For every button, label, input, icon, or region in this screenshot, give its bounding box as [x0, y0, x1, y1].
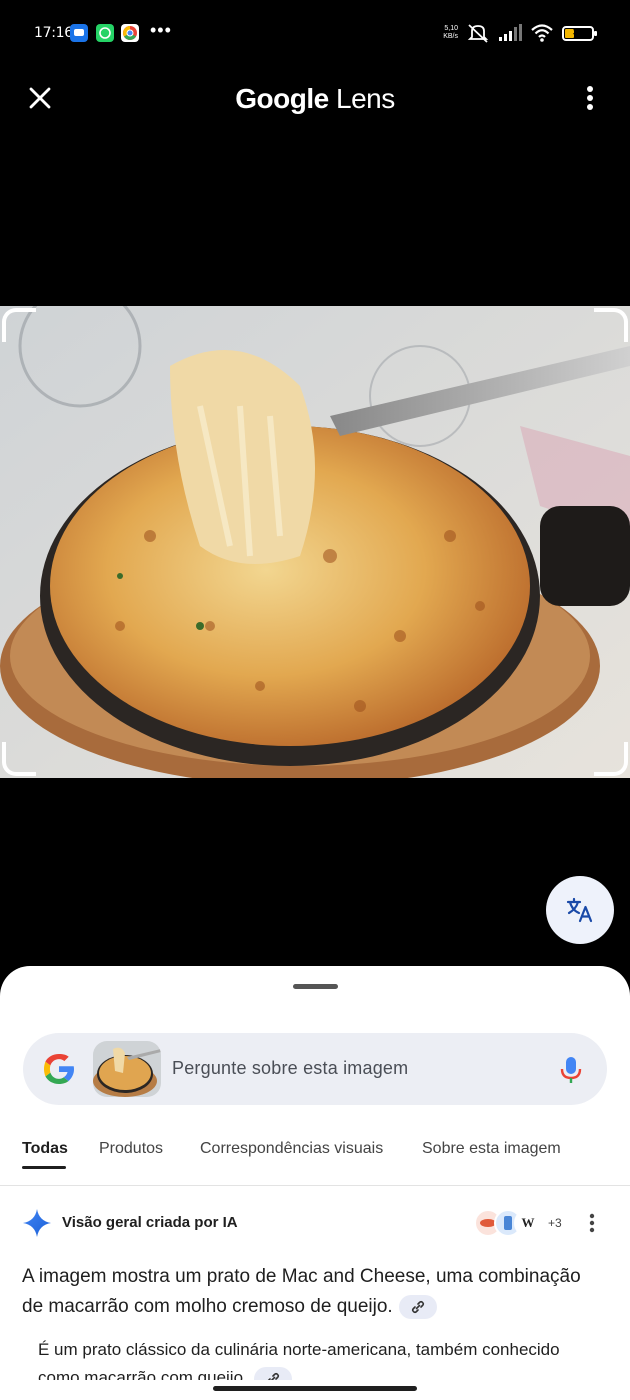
more-options-button[interactable]: [572, 80, 608, 116]
notification-more: •••: [150, 20, 172, 40]
tab-sobre-esta-imagem[interactable]: Sobre esta imagem: [422, 1140, 561, 1158]
status-bar: 17:16 ••• 5,10 KB/s 35: [0, 0, 630, 66]
search-bar[interactable]: Pergunte sobre esta imagem: [23, 1033, 607, 1105]
ai-overview-bullet: É um prato clássico da culinária norte-a…: [38, 1336, 578, 1380]
crop-corner-tr[interactable]: [594, 308, 628, 342]
wikipedia-icon: W: [514, 1209, 542, 1237]
page-title: Google Lens: [235, 83, 395, 114]
google-g-icon: [44, 1054, 74, 1084]
tab-produtos[interactable]: Produtos: [99, 1140, 163, 1158]
translate-icon: [566, 897, 593, 923]
results-sheet: Pergunte sobre esta imagem Todas Produto…: [0, 966, 630, 1400]
translate-button[interactable]: [546, 876, 614, 944]
sources-count: +3: [548, 1216, 562, 1230]
crop-corner-bl[interactable]: [2, 742, 36, 776]
battery-icon: 35: [562, 25, 597, 41]
sheet-drag-handle[interactable]: [293, 984, 338, 989]
image-thumbnail[interactable]: [93, 1041, 161, 1097]
crop-corner-tl[interactable]: [2, 308, 36, 342]
link-icon: [411, 1300, 424, 1314]
search-input[interactable]: Pergunte sobre esta imagem: [172, 1058, 408, 1079]
tab-todas[interactable]: Todas: [22, 1140, 68, 1158]
net-speed: 5,10 KB/s: [443, 25, 458, 40]
mute-icon: [467, 24, 489, 43]
signal-icon: [499, 24, 522, 41]
lens-top-bar: Google Lens: [0, 66, 630, 132]
link-icon: [267, 1372, 279, 1380]
result-tabs: Todas Produtos Correspondências visuais …: [0, 1134, 630, 1186]
tab-correspondencias-visuais[interactable]: Correspondências visuais: [200, 1140, 383, 1158]
ai-overview-paragraph: A imagem mostra um prato de Mac and Chee…: [22, 1266, 581, 1319]
ai-overview-header: Visão geral criada por IA W +3: [22, 1206, 612, 1240]
crop-corner-br[interactable]: [594, 742, 628, 776]
chrome-icon: [121, 24, 139, 42]
mic-icon[interactable]: [557, 1055, 585, 1085]
sources-button[interactable]: W +3: [474, 1209, 562, 1237]
searched-image[interactable]: [0, 306, 630, 778]
more-vert-icon[interactable]: [580, 1211, 604, 1235]
wifi-icon: [531, 24, 553, 42]
messages-app-icon: [70, 24, 88, 42]
more-vert-icon: [587, 86, 593, 110]
ai-overview-title: Visão geral criada por IA: [62, 1214, 238, 1231]
source-link-chip[interactable]: [398, 1294, 437, 1319]
source-link-chip[interactable]: [253, 1366, 292, 1380]
gesture-nav-bar[interactable]: [213, 1386, 417, 1391]
gemini-spark-icon: [23, 1209, 51, 1237]
whatsapp-icon: [96, 24, 114, 42]
active-tab-indicator: [22, 1166, 66, 1169]
status-time: 17:16: [34, 25, 73, 41]
